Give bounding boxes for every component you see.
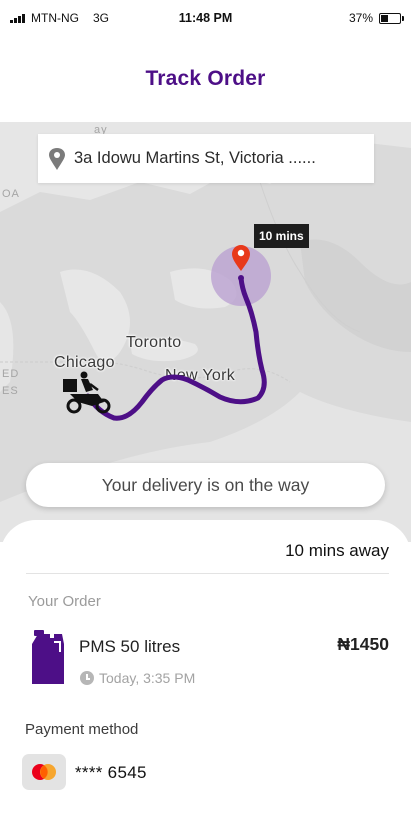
card-badge[interactable] — [22, 754, 66, 790]
delivery-rider-icon[interactable] — [63, 371, 111, 414]
product-price: ₦1450 — [337, 634, 389, 654]
battery-percent: 37% — [348, 11, 373, 25]
product-name: PMS 50 litres — [79, 637, 181, 656]
address-text: 3a Idowu Martins St, Victoria ...... — [74, 149, 316, 167]
eta-away: 10 mins away — [285, 541, 389, 560]
fuel-can-icon — [32, 630, 64, 684]
order-time: Today, 3:35 PM — [80, 670, 195, 686]
status-right: 37% — [348, 11, 404, 25]
order-time-text: Today, 3:35 PM — [99, 670, 196, 686]
map-view[interactable]: ay OA ED ES Chicago Toronto New York 3a … — [0, 122, 411, 542]
battery-fill — [381, 14, 388, 22]
address-bar[interactable]: 3a Idowu Martins St, Victoria ...... — [38, 134, 374, 183]
card-number: **** 6545 — [75, 763, 147, 782]
battery-icon — [379, 12, 404, 24]
status-bar: MTN-NG 3G 11:48 PM 37% — [0, 0, 411, 36]
payment-method-label: Payment method — [25, 721, 139, 738]
header: Track Order — [0, 36, 411, 122]
divider — [26, 573, 389, 574]
delivery-status-pill[interactable]: Your delivery is on the way — [26, 463, 385, 507]
mastercard-icon — [32, 764, 56, 780]
eta-tag: 10 mins — [254, 224, 309, 248]
your-order-label: Your Order — [28, 593, 101, 610]
order-details-sheet: 10 mins away Your Order PMS 50 litres ₦1… — [0, 520, 411, 823]
location-pin-icon — [49, 147, 65, 170]
clock-icon — [80, 671, 94, 685]
page-title: Track Order — [145, 67, 266, 90]
